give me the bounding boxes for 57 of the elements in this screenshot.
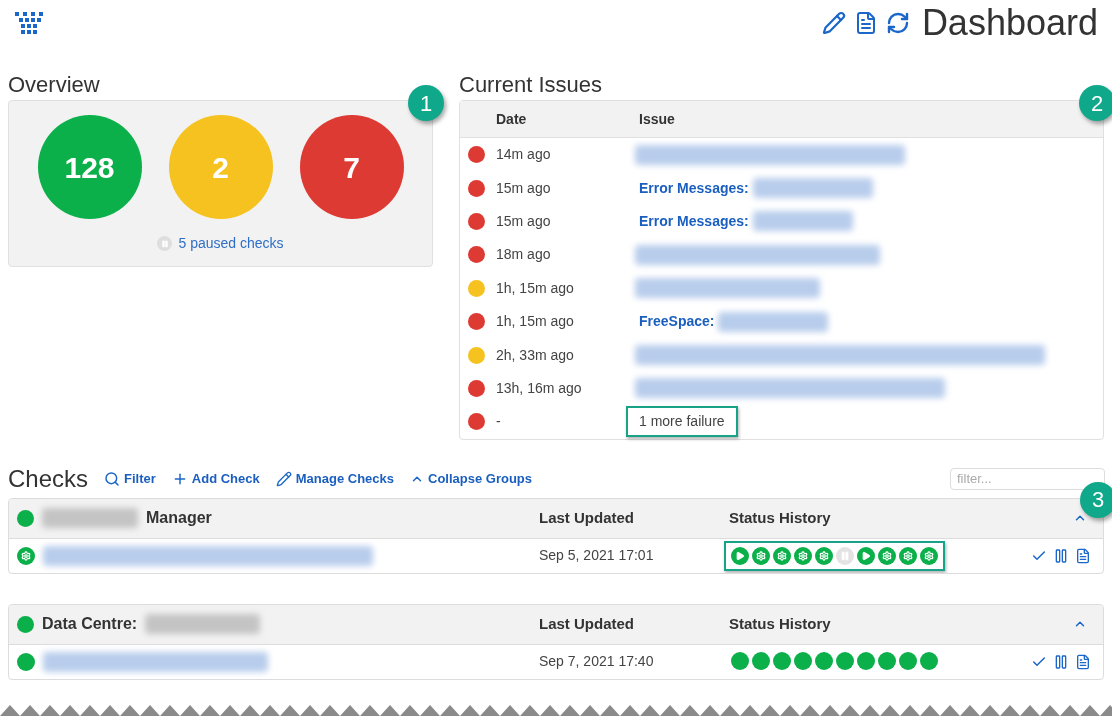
table-cell-text: 13h, 16m ago <box>496 378 583 398</box>
column-header: Last Updated <box>539 613 635 634</box>
section-title: Current Issues <box>459 72 604 98</box>
paused-checks-link[interactable]: 5 paused checks <box>178 233 284 254</box>
section-title: Overview <box>8 72 101 98</box>
pdf-icon[interactable] <box>1075 653 1091 670</box>
toolbar-link[interactable]: Add Check <box>171 468 260 489</box>
number-badge: 3 <box>1080 481 1112 518</box>
toolbar-link[interactable]: Collapse Groups <box>410 468 533 489</box>
table-cell-text: - <box>496 412 502 432</box>
group-title: Data Centre: <box>42 614 138 634</box>
table-cell-text: 15m ago <box>496 211 552 231</box>
page-title: Dashboard <box>921 5 1098 41</box>
pencil-icon <box>275 470 292 487</box>
table-cell-text: 18m ago <box>496 245 552 265</box>
refresh-icon[interactable] <box>885 11 910 35</box>
table-cell-text: Sep 5, 2021 17:01 <box>539 546 655 565</box>
pdf-icon[interactable] <box>1075 547 1091 564</box>
gear-status-icon <box>920 546 938 565</box>
pause-icon <box>157 236 173 251</box>
gear-status-icon <box>878 546 896 565</box>
pencil-icon[interactable] <box>821 11 846 35</box>
column-header: Status History <box>729 613 832 634</box>
play-status-icon <box>731 546 749 565</box>
filter-field[interactable]: filter... <box>950 467 1105 490</box>
gear-status-icon <box>899 546 917 565</box>
column-header: Status History <box>729 507 832 528</box>
toolbar-link[interactable]: Manage Checks <box>275 468 394 489</box>
issue-link[interactable]: Error Messages: <box>639 177 749 199</box>
pause-icon[interactable] <box>1053 653 1069 670</box>
logo-icon <box>14 10 44 36</box>
pause-icon[interactable] <box>1053 547 1069 564</box>
table-cell-text: 1h, 15m ago <box>496 278 575 298</box>
table-cell-text: Sep 7, 2021 17:40 <box>539 652 655 671</box>
section-title: Checks <box>8 463 89 494</box>
number-badge: 2 <box>1079 85 1112 121</box>
column-header: Date <box>496 109 528 129</box>
toolbar-link[interactable]: Filter <box>104 468 156 489</box>
gear-status-icon <box>752 546 770 565</box>
play-status-icon <box>857 546 875 565</box>
search-icon <box>104 470 121 487</box>
table-cell-text: 14m ago <box>496 145 552 165</box>
gear-status-icon <box>794 546 812 565</box>
table-cell-text: 1h, 15m ago <box>496 312 575 332</box>
table-cell-text: 2h, 33m ago <box>496 345 575 365</box>
issue-link[interactable]: Error Messages: <box>639 210 749 232</box>
pause-status-icon <box>836 546 854 565</box>
more-failures-link[interactable]: 1 more failure <box>626 406 738 438</box>
issue-link[interactable]: FreeSpace: <box>639 311 715 333</box>
number-badge: 1 <box>408 85 444 121</box>
gear-status-icon <box>815 546 833 565</box>
gear-status-icon <box>773 546 791 565</box>
column-header: Issue <box>639 109 675 129</box>
gear-status-icon <box>17 546 35 565</box>
column-header: Last Updated <box>539 507 635 528</box>
table-cell-text: 15m ago <box>496 178 552 198</box>
group-title: Manager <box>146 508 212 528</box>
